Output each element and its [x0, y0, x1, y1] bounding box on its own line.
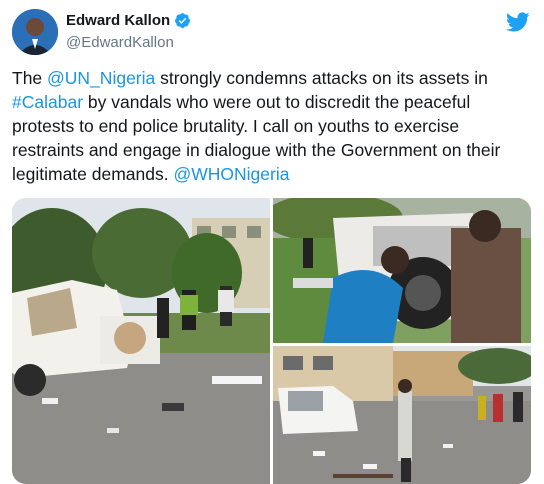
avatar[interactable] [12, 9, 58, 55]
tweet-text: The @UN_Nigeria strongly condemns attack… [12, 66, 532, 186]
media-grid [12, 198, 531, 484]
tweet-text-segment: strongly condemns attacks on its assets … [155, 68, 488, 88]
photo-youths-at-vehicle[interactable] [273, 198, 531, 343]
author-handle[interactable]: @EdwardKallon [66, 34, 174, 51]
mention-link[interactable]: @UN_Nigeria [47, 68, 155, 88]
hashtag-link[interactable]: #Calabar [12, 92, 83, 112]
tweet-card: Edward Kallon @EdwardKallon The @UN_Nige… [0, 0, 544, 484]
mention-link[interactable]: @WHONigeria [173, 164, 289, 184]
author-row: Edward Kallon [66, 12, 191, 29]
author-name[interactable]: Edward Kallon [66, 12, 170, 29]
photo-vandalized-vehicles[interactable] [12, 198, 270, 484]
verified-badge-icon [174, 12, 191, 29]
photo-street-debris[interactable] [273, 346, 531, 484]
tweet-text-segment: The [12, 68, 48, 88]
twitter-bird-icon[interactable] [506, 10, 530, 34]
